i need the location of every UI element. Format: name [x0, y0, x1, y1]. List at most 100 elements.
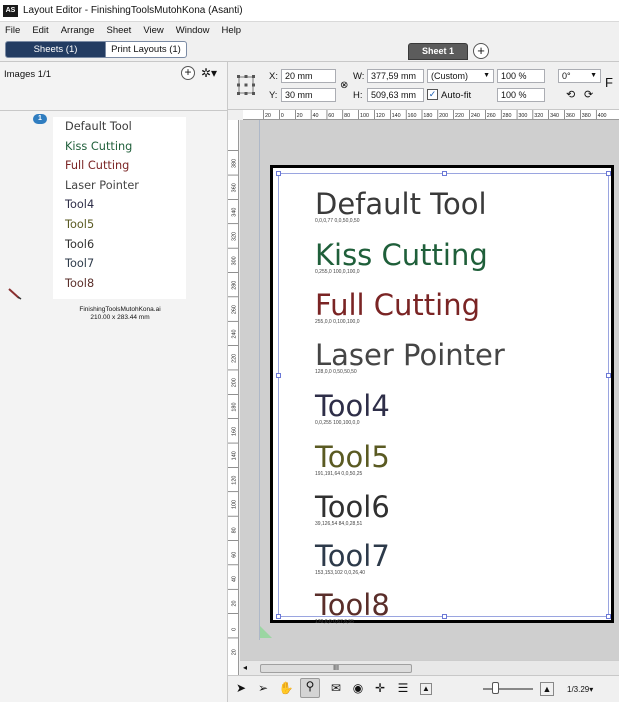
menu-file[interactable]: File	[5, 25, 20, 36]
menu-bar: File Edit Arrange Sheet View Window Help	[0, 22, 619, 38]
app-logo: AS	[3, 5, 18, 17]
ruler-label: 320	[534, 113, 543, 119]
flip-label[interactable]: F	[605, 75, 613, 90]
ruler-label: 220	[231, 354, 237, 363]
tab-print-layouts[interactable]: Print Layouts (1)	[105, 41, 187, 58]
thumbnail-text-item: Laser Pointer	[65, 178, 139, 192]
resize-handle[interactable]	[276, 171, 281, 176]
scale-height-input[interactable]: 100 %	[497, 88, 545, 102]
thumbnail-number-badge: 1	[33, 114, 47, 124]
page-corner-marker	[260, 626, 272, 638]
ruler-label: 0	[231, 628, 237, 631]
rotate-icon[interactable]: ⟲	[566, 88, 575, 101]
tab-sheets[interactable]: Sheets (1)	[5, 41, 106, 58]
image-thumbnail[interactable]: Default Tool Kiss Cutting Full Cutting Lase…	[53, 117, 186, 299]
thumbnail-file-name: FinishingToolsMutohKona.ai	[79, 306, 161, 313]
ruler-label: 120	[376, 113, 385, 119]
chevron-down-icon: ▼	[590, 72, 597, 79]
properties-toolbar: X: 20 mm Y: 30 mm W: 377,59 mm ⊗ H: 509,…	[228, 62, 619, 110]
tab-sheet-1[interactable]: Sheet 1	[408, 43, 468, 60]
thumbnail-text-item: Tool6	[65, 237, 95, 251]
height-label: H:	[353, 90, 363, 101]
menu-help[interactable]: Help	[222, 25, 242, 36]
x-label: X:	[269, 71, 278, 82]
zoom-level-dropdown[interactable]: 1/3.29▾	[567, 685, 593, 694]
horizontal-scrollbar[interactable]: ◂ III	[240, 660, 619, 675]
resize-handle[interactable]	[606, 373, 611, 378]
height-input[interactable]: 509,63 mm	[367, 88, 424, 102]
menu-view[interactable]: View	[143, 25, 163, 36]
page-text-item[interactable]: Laser Pointer	[315, 340, 505, 370]
page-text-item[interactable]: Tool8	[315, 590, 390, 620]
add-sheet-button[interactable]: +	[473, 43, 489, 59]
y-position-input[interactable]: 30 mm	[281, 88, 336, 102]
page-item-caption: 0,255,0 100,0,100,0	[315, 269, 360, 275]
select-arrow-icon[interactable]: ➤	[233, 681, 249, 695]
envelope-icon[interactable]: ✉	[328, 681, 344, 695]
zoom-out-icon[interactable]: ▲	[420, 683, 432, 695]
page-text-item[interactable]: Tool7	[315, 541, 390, 571]
page-text-item[interactable]: Full Cutting	[315, 290, 480, 320]
eye-icon[interactable]: ◉	[350, 681, 366, 695]
ruler-label: 360	[566, 113, 575, 119]
width-input[interactable]: 377,59 mm	[367, 69, 424, 83]
images-count-label: Images 1/1	[4, 69, 51, 80]
gear-menu-icon[interactable]: ✲▾	[201, 66, 217, 80]
crosshair-icon[interactable]: ✛	[372, 681, 388, 695]
link-dimensions-icon[interactable]: ⊗	[340, 80, 348, 91]
resize-handle[interactable]	[442, 171, 447, 176]
ruler-label: 20	[265, 113, 271, 119]
x-position-input[interactable]: 20 mm	[281, 69, 336, 83]
thumbnail-text-item: Default Tool	[65, 120, 132, 133]
size-preset-dropdown[interactable]: (Custom) ▼	[427, 69, 494, 83]
ruler-label: 360	[231, 183, 237, 192]
auto-fit-label: Auto-fit	[441, 90, 472, 101]
zoom-tool-icon[interactable]: ⚲	[300, 678, 320, 698]
add-image-button[interactable]: +	[181, 66, 195, 80]
page-text-item[interactable]: Tool5	[315, 442, 390, 472]
hand-tool-icon[interactable]: ✋	[278, 681, 294, 695]
scale-width-input[interactable]: 100 %	[497, 69, 545, 83]
resize-handle[interactable]	[276, 373, 281, 378]
ruler-label: 120	[231, 476, 237, 485]
ruler-label: 40	[312, 113, 318, 119]
thumbnail-text-item: Tool8	[65, 276, 95, 290]
ruler-label: 160	[408, 113, 417, 119]
page-text-item[interactable]: Tool6	[315, 492, 390, 522]
menu-sheet[interactable]: Sheet	[107, 25, 132, 36]
ruler-label: 280	[503, 113, 512, 119]
page-item-caption: 170,0,0 0,67,6,55	[315, 619, 354, 625]
resize-handle[interactable]	[442, 614, 447, 619]
mirror-icon[interactable]: ⟳	[584, 88, 593, 101]
page-text-item[interactable]: Kiss Cutting	[315, 240, 488, 270]
menu-edit[interactable]: Edit	[32, 25, 48, 36]
scroll-thumb[interactable]: III	[260, 664, 412, 673]
menu-arrange[interactable]: Arrange	[61, 25, 95, 36]
selection-box[interactable]: Default Tool 0,0,0,77 0,0,50,0,50 Kiss Cut…	[276, 171, 611, 625]
menu-window[interactable]: Window	[176, 25, 210, 36]
title-bar: AS Layout Editor - FinishingToolsMutohKo…	[0, 0, 619, 22]
ruler-label: 140	[231, 451, 237, 460]
resize-handle[interactable]	[606, 614, 611, 619]
zoom-slider-knob[interactable]	[492, 682, 499, 694]
sheet-page[interactable]: Default Tool 0,0,0,77 0,0,50,0,50 Kiss Cut…	[270, 165, 614, 625]
pen-tool-icon	[8, 288, 22, 300]
ruler-label: 100	[231, 500, 237, 509]
ruler-label: 260	[231, 305, 237, 314]
scroll-left-button[interactable]: ◂	[243, 663, 247, 672]
resize-handle[interactable]	[276, 614, 281, 619]
zoom-slider[interactable]	[483, 688, 533, 690]
direct-select-icon[interactable]: ➢	[255, 681, 271, 695]
page-text-item[interactable]: Default Tool	[315, 189, 487, 219]
page-item-caption: 0,0,255 100,100,0,0	[315, 420, 360, 426]
anchor-grid-icon[interactable]	[233, 70, 259, 100]
zoom-in-icon[interactable]: ▲	[540, 682, 554, 696]
auto-fit-checkbox[interactable]: ✓	[427, 89, 438, 100]
settings-sliders-icon[interactable]: ☰	[395, 681, 411, 695]
ruler-label: 340	[550, 113, 559, 119]
ruler-label: 340	[231, 208, 237, 217]
page-text-item[interactable]: Tool4	[315, 391, 390, 421]
rotation-dropdown[interactable]: 0° ▼	[558, 69, 601, 83]
ruler-label: 40	[231, 576, 237, 582]
resize-handle[interactable]	[606, 171, 611, 176]
